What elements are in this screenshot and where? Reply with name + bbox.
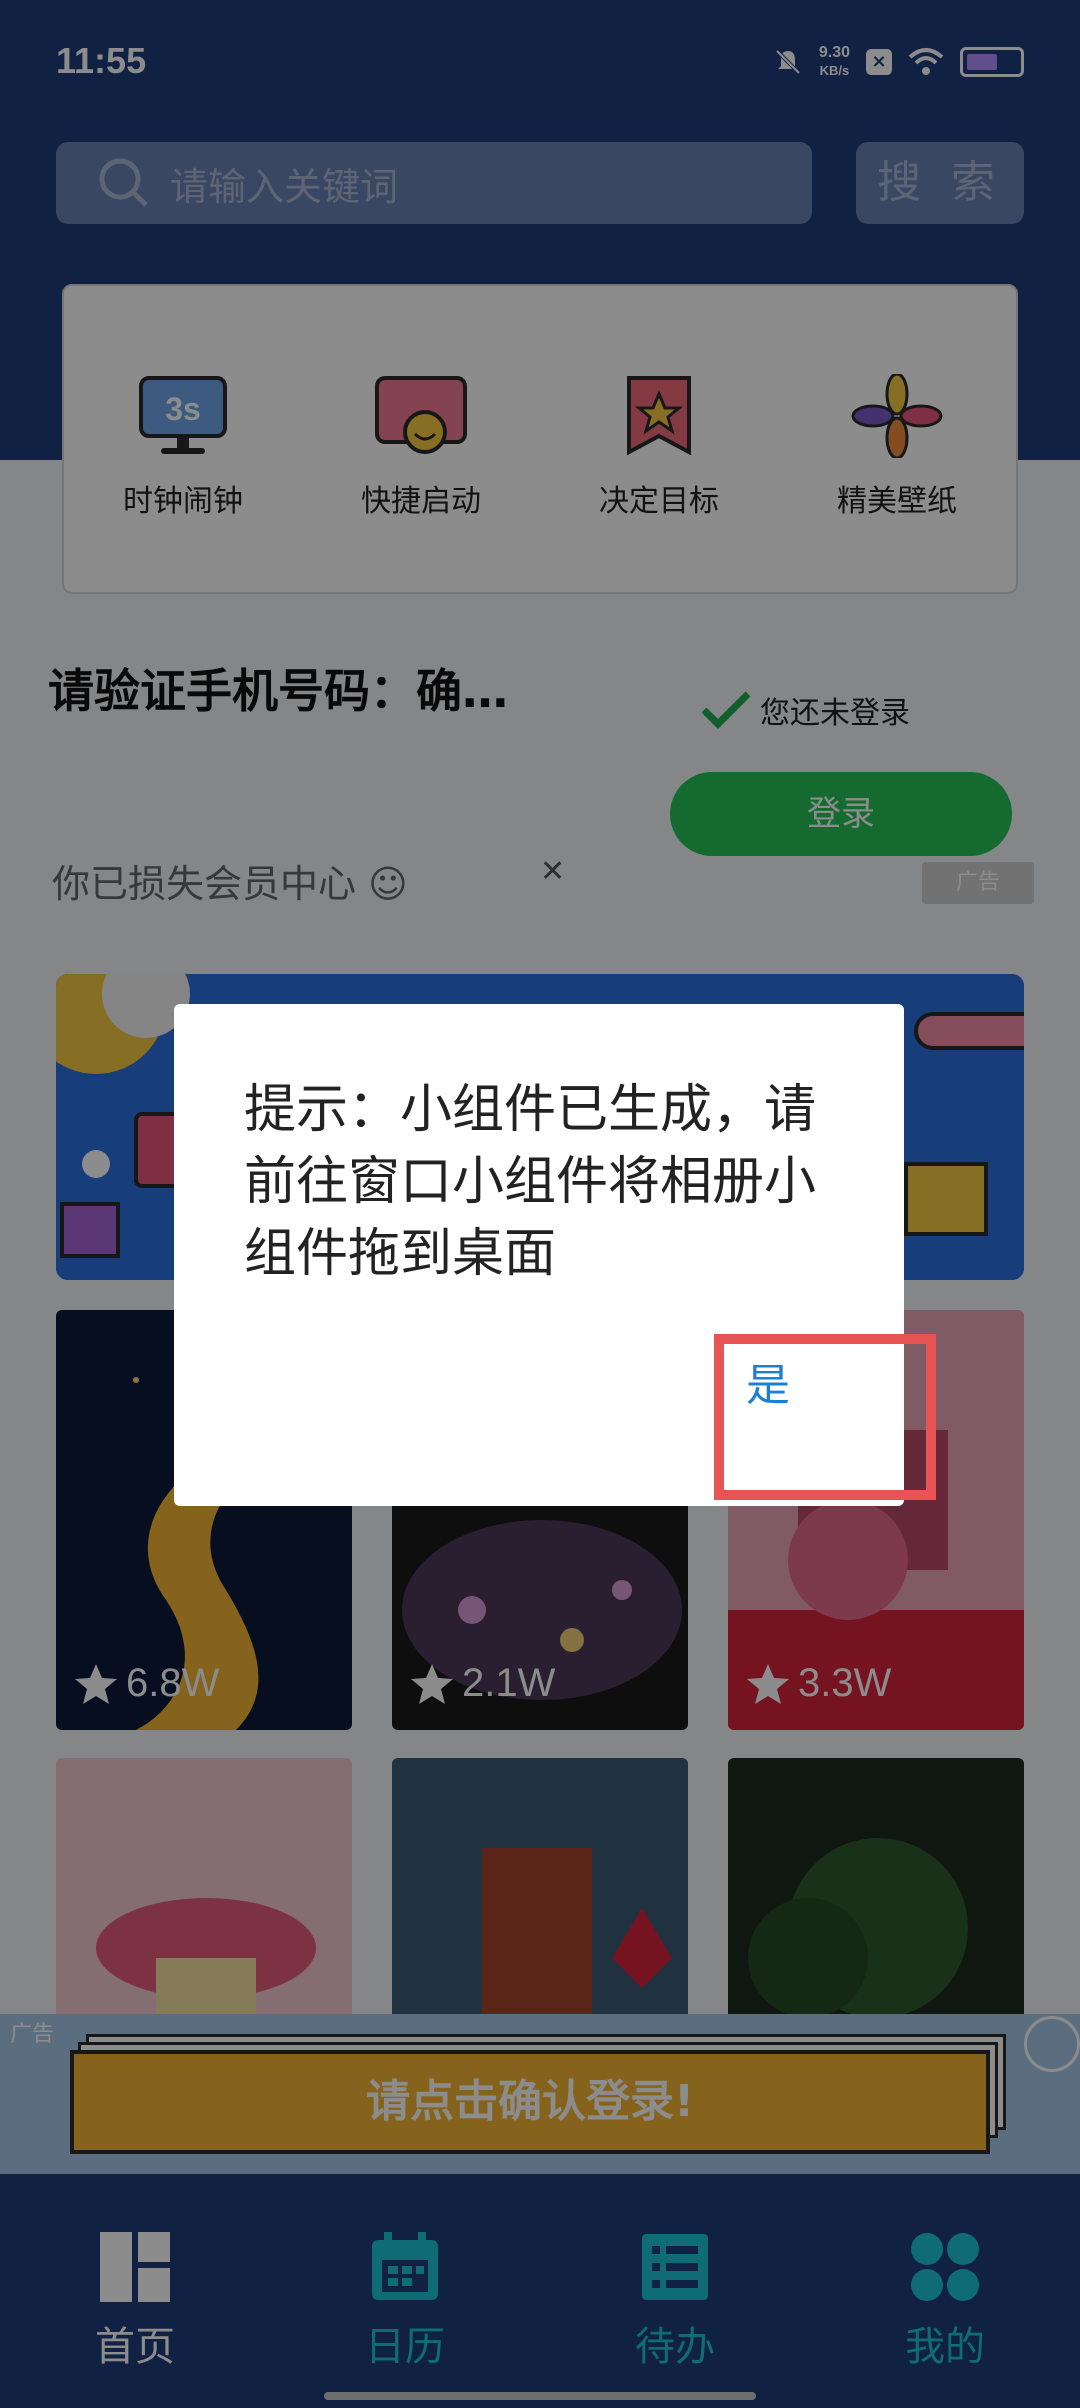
highlight-box: [714, 1334, 936, 1500]
dialog-message: 提示：小组件已生成，请前往窗口小组件将相册小组件拖到桌面: [244, 1080, 817, 1284]
